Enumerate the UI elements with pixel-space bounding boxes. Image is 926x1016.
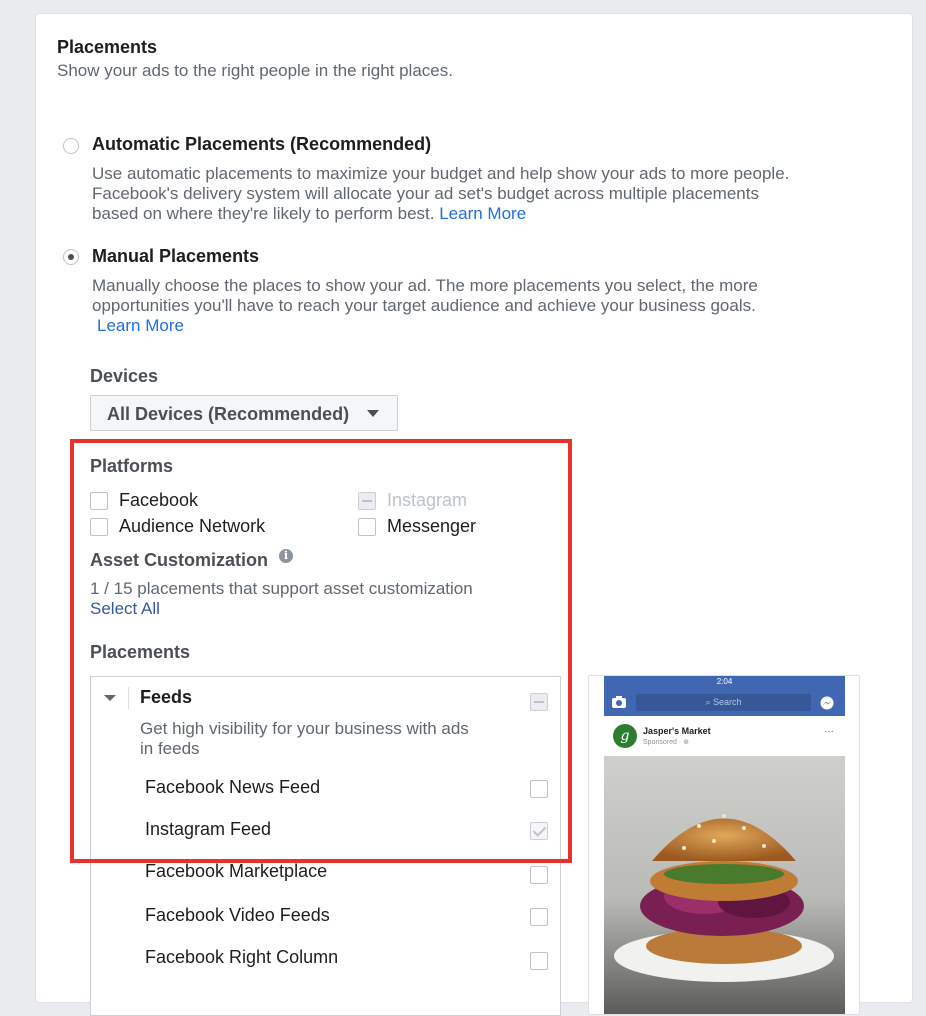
manual-desc-line: Learn More <box>92 316 892 336</box>
preview-search-placeholder: Search <box>713 697 742 707</box>
automatic-placements-title[interactable]: Automatic Placements (Recommended) <box>92 134 431 155</box>
facebook-platform-checkbox[interactable] <box>90 492 108 510</box>
feeds-group-title[interactable]: Feeds <box>140 687 192 708</box>
facebook-video-feeds-checkbox[interactable] <box>530 908 548 926</box>
devices-dropdown-value: All Devices (Recommended) <box>107 404 350 424</box>
placements-list: Feeds Get high visibility for your busin… <box>90 676 561 1016</box>
placements-label: Placements <box>90 642 191 662</box>
automatic-desc-line: based on where they're likely to perform… <box>92 204 892 224</box>
manual-learn-more-link[interactable]: Learn More <box>97 316 184 335</box>
instagram-platform-label[interactable]: Instagram <box>387 490 467 511</box>
preview-search-bar: ⌕ Search <box>636 694 811 711</box>
feeds-group-description: Get high visibility for your business wi… <box>140 719 469 759</box>
page-name: Jasper's Market <box>643 726 711 736</box>
collapse-triangle-icon[interactable] <box>104 695 116 701</box>
more-options-icon: ··· <box>824 726 834 737</box>
manual-placements-title[interactable]: Manual Placements <box>92 246 259 267</box>
automatic-desc-line: Facebook's delivery system will allocate… <box>92 184 759 203</box>
facebook-platform-label[interactable]: Facebook <box>119 490 198 511</box>
devices-dropdown[interactable]: All Devices (Recommended) <box>90 395 398 431</box>
placement-item-label[interactable]: Facebook Video Feeds <box>145 905 330 926</box>
instagram-platform-checkbox[interactable] <box>358 492 376 510</box>
page-avatar: g <box>613 724 637 748</box>
audience-network-platform-checkbox[interactable] <box>90 518 108 536</box>
automatic-placements-description: Use automatic placements to maximize you… <box>92 164 892 224</box>
divider <box>128 687 129 709</box>
burger-image <box>604 756 845 1014</box>
placements-card: Placements Show your ads to the right pe… <box>35 13 913 1016</box>
asset-customization-label: Asset Customization <box>90 550 269 570</box>
facebook-news-feed-checkbox[interactable] <box>530 780 548 798</box>
phone-screen: 2:04 ⌕ Search g Jasper's Market Sponsore… <box>604 676 845 1014</box>
messenger-icon <box>820 696 834 710</box>
feeds-group-checkbox[interactable] <box>530 693 548 711</box>
manual-placements-radio[interactable] <box>63 249 79 265</box>
status-bar-time: 2:04 <box>716 677 733 686</box>
automatic-learn-more-link[interactable]: Learn More <box>439 204 526 223</box>
placement-item-label[interactable]: Facebook Marketplace <box>145 861 327 882</box>
placement-item-label[interactable]: Instagram Feed <box>145 819 271 840</box>
automatic-placements-radio[interactable] <box>63 138 79 154</box>
sponsored-label: Sponsored · ⊕ <box>643 739 689 746</box>
manual-placements-description: Manually choose the places to show your … <box>92 276 892 336</box>
feeds-desc-line: in feeds <box>140 739 200 758</box>
info-icon[interactable]: i <box>279 549 293 563</box>
platforms-label: Platforms <box>90 456 174 476</box>
section-title: Placements <box>57 37 158 57</box>
ad-preview: 2:04 ⌕ Search g Jasper's Market Sponsore… <box>588 675 860 1015</box>
manual-desc-line: Manually choose the places to show your … <box>92 276 758 295</box>
facebook-header-bar: 2:04 ⌕ Search <box>604 676 845 716</box>
instagram-feed-checkbox[interactable] <box>530 822 548 840</box>
audience-network-platform-label[interactable]: Audience Network <box>119 516 265 537</box>
placement-item-label[interactable]: Facebook News Feed <box>145 777 320 798</box>
asset-customization-summary: 1 / 15 placements that support asset cus… <box>90 579 473 598</box>
ad-image <box>604 756 845 1014</box>
select-all-link[interactable]: Select All <box>90 599 160 619</box>
automatic-desc-line: Use automatic placements to maximize you… <box>92 164 790 183</box>
placement-item-label[interactable]: Facebook Right Column <box>145 947 338 968</box>
feeds-desc-line: Get high visibility for your business wi… <box>140 719 469 738</box>
post-header: g Jasper's Market Sponsored · ⊕ ··· <box>604 716 845 756</box>
messenger-platform-label[interactable]: Messenger <box>387 516 476 537</box>
messenger-platform-checkbox[interactable] <box>358 518 376 536</box>
camera-icon <box>612 696 626 708</box>
section-subtitle: Show your ads to the right people in the… <box>57 61 453 80</box>
devices-label: Devices <box>90 366 159 386</box>
automatic-desc-text: based on where they're likely to perform… <box>92 204 435 223</box>
facebook-right-column-checkbox[interactable] <box>530 952 548 970</box>
caret-down-icon <box>367 410 379 417</box>
facebook-marketplace-checkbox[interactable] <box>530 866 548 884</box>
manual-desc-line: opportunities you'll have to reach your … <box>92 296 756 315</box>
